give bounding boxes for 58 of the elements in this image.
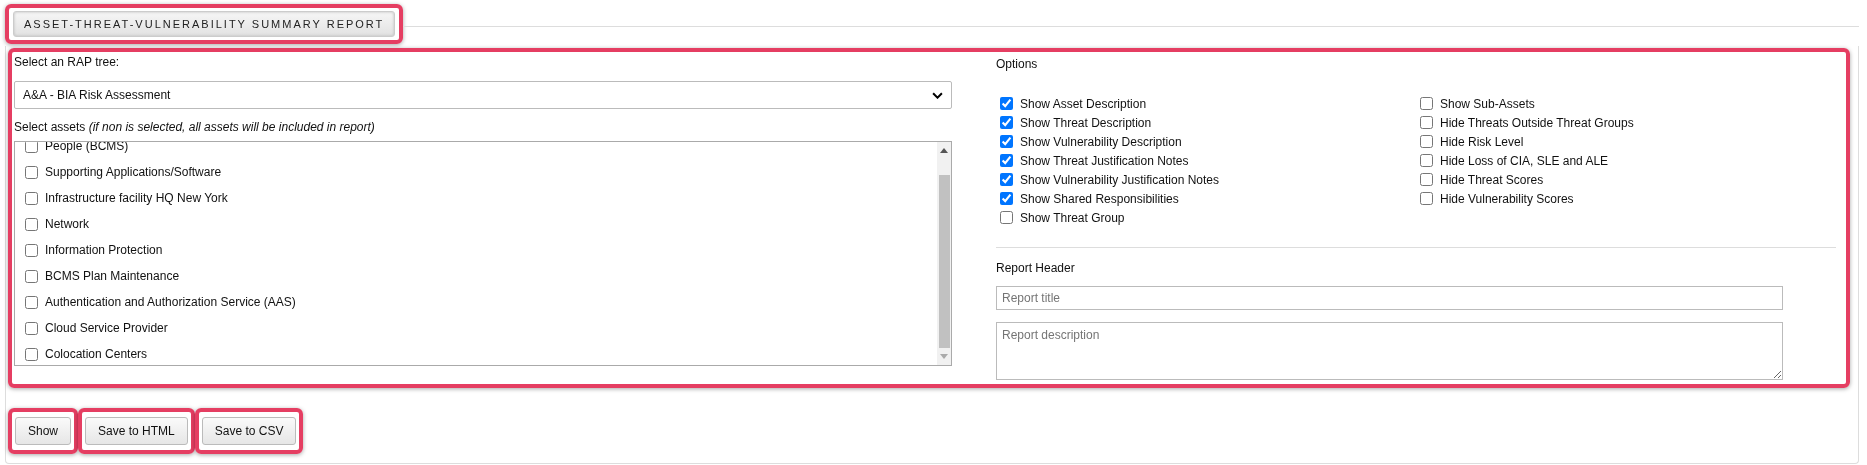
option-label: Show Threat Description: [1020, 115, 1152, 130]
asset-label: People (BCMS): [45, 142, 129, 153]
checkbox[interactable]: [1000, 97, 1013, 110]
report-tab[interactable]: ASSET-THREAT-VULNERABILITY SUMMARY REPORT: [13, 11, 396, 37]
section-title: Report Header: [996, 260, 1076, 277]
asset-label: Supporting Applications/Software: [45, 165, 222, 179]
checkbox[interactable]: [1000, 173, 1013, 186]
asset-label: Information Protection: [45, 243, 163, 257]
checkbox[interactable]: [25, 295, 38, 309]
checkbox[interactable]: [1420, 173, 1433, 186]
scroll-up-icon[interactable]: [940, 148, 948, 153]
tree-select[interactable]: A&A - BIA Risk Assessment: [14, 81, 952, 109]
asset-label: Infrastructure facility HQ New York: [45, 191, 228, 205]
checkbox[interactable]: [1420, 135, 1433, 148]
option-label: Show Sub-Assets: [1440, 96, 1535, 111]
asset-label: Network: [45, 217, 89, 231]
action-button[interactable]: Show: [15, 417, 72, 445]
option-label: Hide Risk Level: [1440, 134, 1524, 149]
option-label: Hide Threat Scores: [1440, 172, 1544, 187]
checkbox[interactable]: [25, 165, 38, 179]
field-label: Select an RAP tree:: [14, 54, 121, 71]
asset-label: Colocation Centers: [45, 347, 148, 361]
option-label: Show Shared Responsibilities: [1020, 191, 1179, 206]
option-label: Show Vulnerability Justification Notes: [1020, 172, 1219, 187]
asset-label: BCMS Plan Maintenance: [45, 269, 180, 283]
checkbox[interactable]: [1420, 116, 1433, 129]
option-label: Show Threat Justification Notes: [1020, 153, 1189, 168]
asset-label: Cloud Service Provider: [45, 321, 168, 335]
option-label: Hide Threats Outside Threat Groups: [1440, 115, 1634, 130]
checkbox[interactable]: [1420, 97, 1433, 110]
description-field[interactable]: Report description: [996, 322, 1783, 380]
checkbox[interactable]: [1420, 154, 1433, 167]
checkbox[interactable]: [1000, 135, 1013, 148]
asset-label: Authentication and Authorization Service (AAS): [45, 295, 296, 309]
option-label: Show Asset Description: [1020, 96, 1147, 111]
option-label: Hide Loss of CIA, SLE and ALE: [1440, 153, 1609, 168]
title-field[interactable]: Report title: [996, 286, 1783, 310]
checkbox[interactable]: [25, 217, 38, 231]
checkbox[interactable]: [25, 321, 38, 335]
checkbox[interactable]: [1420, 192, 1433, 205]
option-label: Show Threat Group: [1020, 210, 1125, 225]
section-title: Options: [996, 56, 1039, 73]
scrollbar[interactable]: [937, 142, 951, 365]
checkbox[interactable]: [25, 243, 38, 257]
checkbox[interactable]: [1000, 116, 1013, 129]
field-label: Select assets (if non is selected, all assets will be included in report): [14, 119, 376, 136]
checkbox[interactable]: [25, 269, 38, 283]
checkbox[interactable]: [25, 191, 38, 205]
checkbox[interactable]: [1000, 154, 1013, 167]
action-button[interactable]: Save to CSV: [201, 417, 297, 445]
chevron-icon: [932, 91, 943, 99]
checkbox[interactable]: [25, 142, 38, 153]
option-label: Show Vulnerability Description: [1020, 134, 1182, 149]
action-button[interactable]: Save to HTML: [85, 417, 188, 445]
checkbox[interactable]: [1000, 192, 1013, 205]
checkbox[interactable]: [1000, 211, 1013, 224]
option-label: Hide Vulnerability Scores: [1440, 191, 1574, 206]
checkbox[interactable]: [25, 347, 38, 361]
